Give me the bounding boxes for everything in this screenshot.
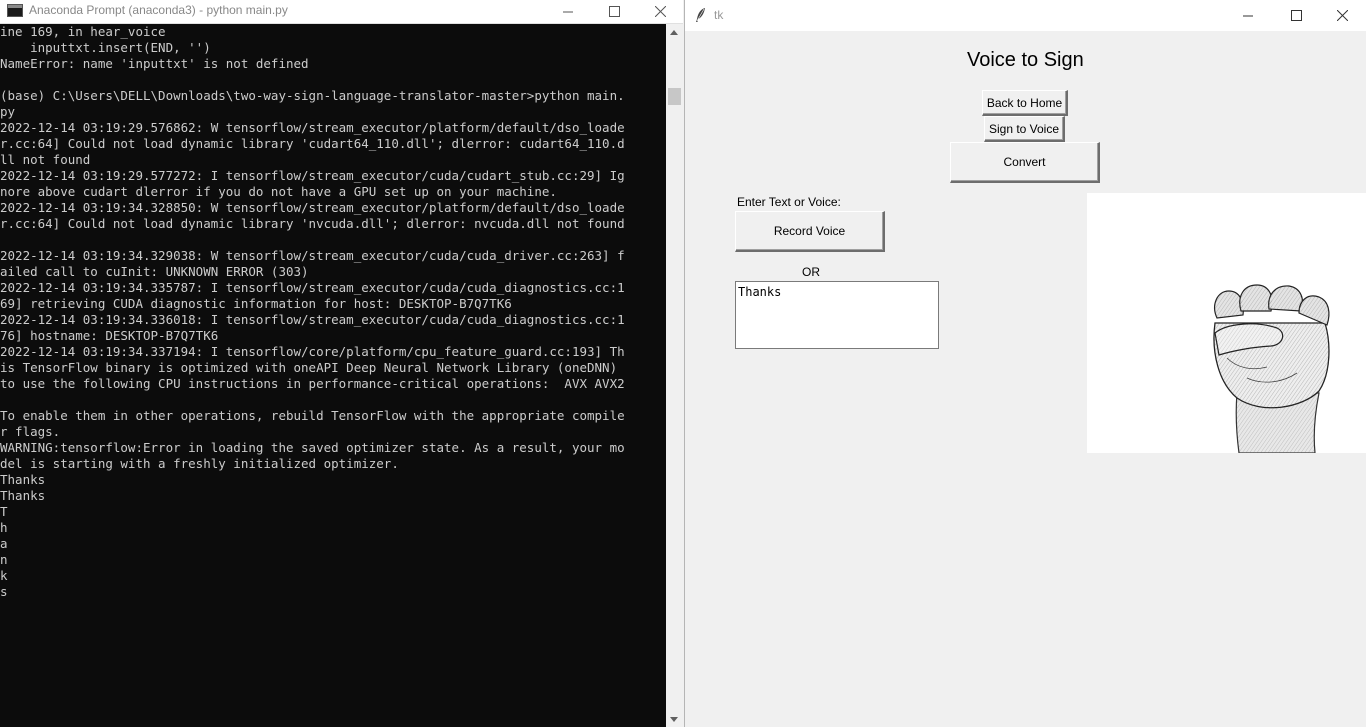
page-title: Voice to Sign bbox=[967, 49, 1084, 71]
console-line: 76] hostname: DESKTOP-B7Q7TK6 bbox=[0, 328, 219, 343]
sign-image-panel bbox=[1087, 193, 1366, 453]
console-window: Anaconda Prompt (anaconda3) - python mai… bbox=[0, 0, 683, 727]
console-line: ine 169, in hear_voice bbox=[0, 24, 166, 39]
minimize-button[interactable] bbox=[545, 0, 591, 23]
console-title: Anaconda Prompt (anaconda3) - python mai… bbox=[29, 3, 288, 17]
tk-title: tk bbox=[714, 8, 724, 22]
console-line: py bbox=[0, 104, 16, 119]
scrollbar-thumb[interactable] bbox=[668, 88, 681, 105]
console-line: 2022-12-14 03:19:34.336018: I tensorflow… bbox=[0, 312, 625, 327]
console-line: WARNING:tensorflow:Error in loading the … bbox=[0, 440, 625, 455]
console-scrollbar[interactable] bbox=[666, 24, 683, 727]
console-line: h bbox=[0, 520, 8, 535]
maximize-icon bbox=[608, 6, 620, 17]
convert-button[interactable]: Convert bbox=[950, 142, 1100, 183]
console-line: r.cc:64] Could not load dynamic library … bbox=[0, 136, 625, 151]
tk-maximize-button[interactable] bbox=[1273, 0, 1319, 31]
tk-minimize-button[interactable] bbox=[1225, 0, 1271, 31]
tk-titlebar[interactable]: tk bbox=[685, 0, 1366, 31]
back-to-home-button[interactable]: Back to Home bbox=[982, 90, 1068, 116]
enter-text-label: Enter Text or Voice: bbox=[737, 195, 841, 209]
maximize-button[interactable] bbox=[591, 0, 637, 23]
sign-to-voice-button[interactable]: Sign to Voice bbox=[984, 116, 1065, 142]
console-line: r.cc:64] Could not load dynamic library … bbox=[0, 216, 625, 231]
feather-icon bbox=[696, 8, 705, 22]
console-line: 2022-12-14 03:19:29.576862: W tensorflow… bbox=[0, 120, 625, 135]
console-line: ll not found bbox=[0, 152, 91, 167]
console-line: NameError: name 'inputtxt' is not define… bbox=[0, 56, 309, 71]
record-voice-button[interactable]: Record Voice bbox=[735, 211, 885, 252]
maximize-icon bbox=[1290, 10, 1302, 21]
console-line: a bbox=[0, 536, 8, 551]
close-icon bbox=[654, 6, 666, 17]
console-line: (base) C:\Users\DELL\Downloads\two-way-s… bbox=[0, 88, 625, 103]
fist-hand-sign-icon bbox=[1213, 284, 1330, 453]
tk-window: tk Voice to Sign Back to Home Sign to Vo… bbox=[684, 0, 1366, 727]
scroll-down-arrow-icon[interactable] bbox=[670, 717, 678, 722]
text-input[interactable]: Thanks bbox=[735, 281, 939, 349]
console-line: to use the following CPU instructions in… bbox=[0, 376, 625, 391]
console-line: Thanks bbox=[0, 488, 46, 503]
scroll-up-arrow-icon[interactable] bbox=[670, 30, 678, 35]
console-line: nore above cudart dlerror if you do not … bbox=[0, 184, 557, 199]
console-line: T bbox=[0, 504, 8, 519]
console-line: To enable them in other operations, rebu… bbox=[0, 408, 625, 423]
console-line: k bbox=[0, 568, 8, 583]
console-line: 2022-12-14 03:19:29.577272: I tensorflow… bbox=[0, 168, 625, 183]
console-line: Thanks bbox=[0, 472, 46, 487]
console-line: 2022-12-14 03:19:34.328850: W tensorflow… bbox=[0, 200, 625, 215]
or-label: OR bbox=[802, 265, 820, 279]
console-output[interactable]: ine 169, in hear_voice inputtxt.insert(E… bbox=[0, 24, 666, 727]
console-line: 2022-12-14 03:19:34.337194: I tensorflow… bbox=[0, 344, 625, 359]
console-line: s bbox=[0, 584, 8, 599]
console-titlebar[interactable]: Anaconda Prompt (anaconda3) - python mai… bbox=[0, 0, 683, 24]
console-line: 2022-12-14 03:19:34.329038: W tensorflow… bbox=[0, 248, 625, 263]
console-line: 2022-12-14 03:19:34.335787: I tensorflow… bbox=[0, 280, 625, 295]
console-line: del is starting with a freshly initializ… bbox=[0, 456, 399, 471]
close-icon bbox=[1336, 10, 1348, 21]
console-line: ailed call to cuInit: UNKNOWN ERROR (303… bbox=[0, 264, 309, 279]
tk-close-button[interactable] bbox=[1319, 0, 1365, 31]
terminal-icon bbox=[7, 4, 23, 17]
console-line: is TensorFlow binary is optimized with o… bbox=[0, 360, 618, 375]
console-line: r flags. bbox=[0, 424, 61, 439]
close-button[interactable] bbox=[637, 0, 683, 23]
minimize-icon bbox=[562, 11, 573, 13]
console-line: n bbox=[0, 552, 8, 567]
console-line: inputtxt.insert(END, '') bbox=[0, 40, 211, 55]
minimize-icon bbox=[1242, 15, 1253, 17]
console-line: 69] retrieving CUDA diagnostic informati… bbox=[0, 296, 512, 311]
